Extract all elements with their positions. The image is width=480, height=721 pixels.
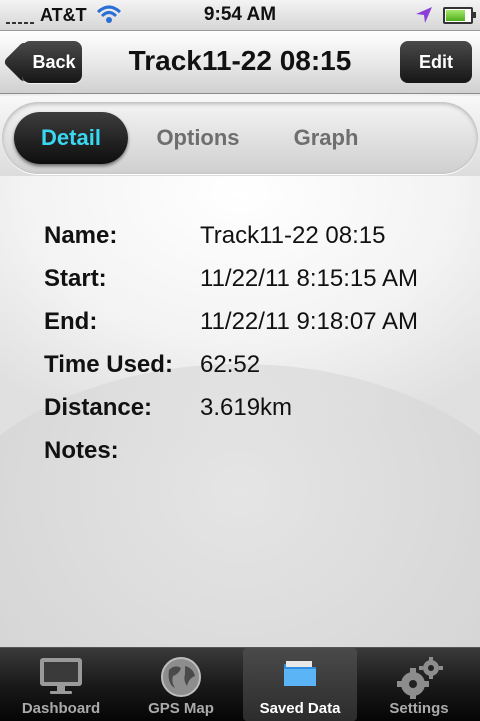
location-arrow-icon (416, 7, 432, 23)
status-bar: AT&T 9:54 AM (0, 0, 480, 31)
detail-label: Notes: (44, 437, 119, 464)
tab-gps-map[interactable]: GPS Map (124, 648, 238, 721)
detail-label: Time Used: (44, 351, 173, 378)
tab-detail[interactable]: Detail (14, 112, 128, 164)
detail-label: Distance: (44, 394, 153, 421)
detail-label: Start: (44, 265, 107, 292)
tab-label: GPS Map (148, 700, 214, 717)
detail-value: Track11-22 08:15 (200, 222, 386, 249)
tab-label: Settings (389, 700, 449, 717)
tab-settings[interactable]: Settings (362, 648, 476, 721)
gears-icon (397, 657, 443, 699)
tab-saved-data[interactable]: Saved Data (243, 648, 357, 721)
clock: 9:54 AM (203, 4, 277, 25)
monitor-icon (40, 658, 82, 694)
globe-icon (161, 657, 201, 697)
detail-value: 3.619km (200, 394, 293, 421)
tab-options[interactable]: Options (140, 112, 256, 164)
segmented-control-bar: Detail Options Graph (0, 96, 480, 176)
page-title: Track11-22 08:15 (128, 45, 352, 76)
battery-icon (443, 7, 476, 24)
tab-label: Saved Data (259, 700, 341, 717)
back-button[interactable]: Back (22, 41, 82, 83)
folder-icon (284, 661, 316, 686)
edit-button[interactable]: Edit (400, 41, 472, 83)
navigation-bar: Back Track11-22 08:15 Edit (0, 31, 480, 94)
tab-graph[interactable]: Graph (272, 112, 380, 164)
detail-label: End: (44, 308, 98, 335)
detail-label: Name: (44, 222, 118, 249)
tab-dashboard[interactable]: Dashboard (4, 648, 118, 721)
detail-value: 11/22/11 9:18:07 AM (200, 308, 418, 335)
tab-bar: Dashboard GPS Map Saved Data Settings (0, 647, 480, 721)
detail-value: 62:52 (200, 351, 261, 378)
content-area: Detail Options Graph Name: Track11-22 08… (0, 94, 480, 647)
tab-label: Dashboard (21, 700, 101, 717)
detail-value: 11/22/11 8:15:15 AM (200, 265, 418, 292)
